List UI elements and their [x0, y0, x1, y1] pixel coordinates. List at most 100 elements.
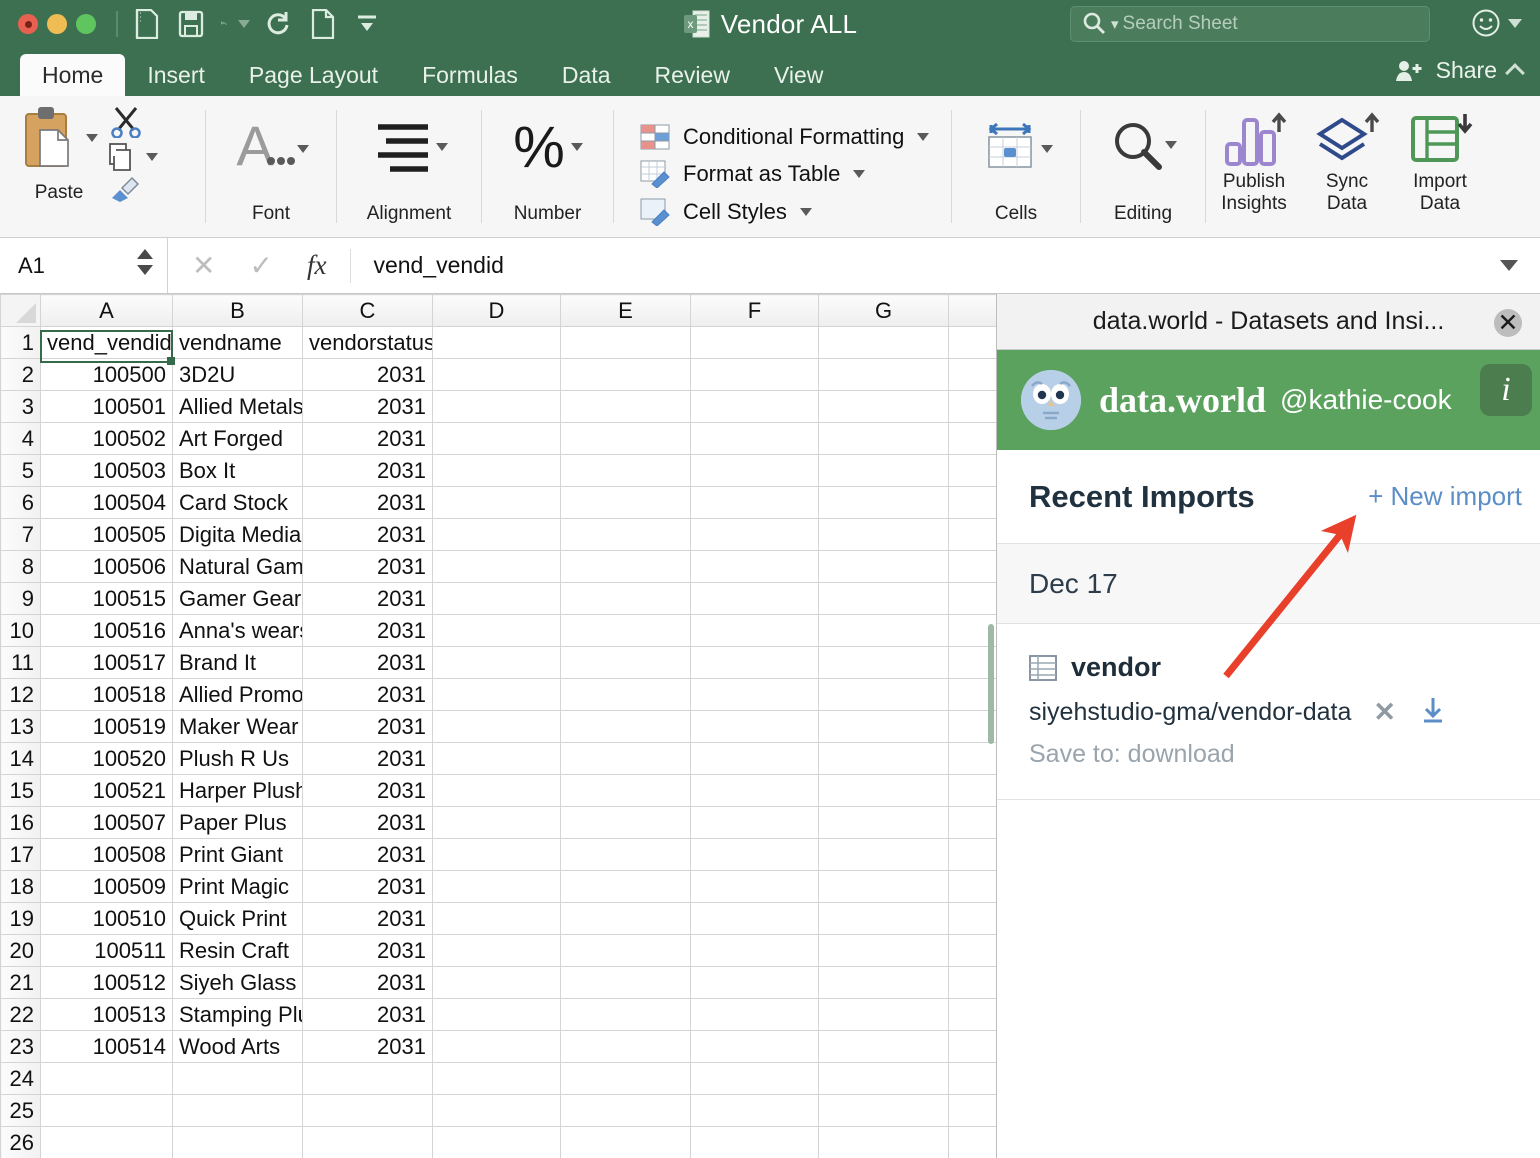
- cell-F4[interactable]: [690, 422, 819, 455]
- table-row[interactable]: 21 100512 Siyeh Glass 2031: [0, 966, 996, 999]
- cell-F1[interactable]: [690, 326, 819, 359]
- row-header[interactable]: 4: [0, 422, 41, 455]
- row-header[interactable]: 5: [0, 454, 41, 487]
- window-controls[interactable]: [18, 14, 96, 34]
- table-row[interactable]: 14 100520 Plush R Us 2031: [0, 742, 996, 775]
- chevron-up-icon[interactable]: [1505, 62, 1525, 83]
- cell-C25[interactable]: [302, 1094, 433, 1127]
- cell-D15[interactable]: [432, 774, 561, 807]
- cell-A3[interactable]: 100501: [40, 390, 173, 423]
- spinner-down-icon[interactable]: [137, 265, 153, 275]
- zoom-window-button[interactable]: [76, 14, 96, 34]
- tab-review[interactable]: Review: [633, 54, 752, 96]
- cut-scissors-icon[interactable]: [108, 106, 158, 138]
- cell-F26[interactable]: [690, 1126, 819, 1158]
- column-header-a[interactable]: A: [40, 294, 173, 327]
- cell-E15[interactable]: [560, 774, 691, 807]
- cell-D11[interactable]: [432, 646, 561, 679]
- cell-E3[interactable]: [560, 390, 691, 423]
- cell-D24[interactable]: [432, 1062, 561, 1095]
- cell-A18[interactable]: 100509: [40, 870, 173, 903]
- cell-C16[interactable]: 2031: [302, 806, 433, 839]
- column-header-g[interactable]: G: [818, 294, 949, 327]
- table-row[interactable]: 15 100521 Harper Plush 2031: [0, 774, 996, 807]
- cell-D14[interactable]: [432, 742, 561, 775]
- cell-G3[interactable]: [818, 390, 949, 423]
- table-row[interactable]: 8 100506 Natural Game 2031: [0, 550, 996, 583]
- cell-F11[interactable]: [690, 646, 819, 679]
- ribbon-group-sync-data[interactable]: Sync Data: [1302, 96, 1392, 237]
- cell-E21[interactable]: [560, 966, 691, 999]
- cell-F22[interactable]: [690, 998, 819, 1031]
- cell-F25[interactable]: [690, 1094, 819, 1127]
- cell-C3[interactable]: 2031: [302, 390, 433, 423]
- cell-C10[interactable]: 2031: [302, 614, 433, 647]
- cell-B14[interactable]: Plush R Us: [172, 742, 303, 775]
- cell-F12[interactable]: [690, 678, 819, 711]
- cell-G12[interactable]: [818, 678, 949, 711]
- cell-A2[interactable]: 100500: [40, 358, 173, 391]
- cell-partial-15[interactable]: [948, 774, 996, 807]
- row-header[interactable]: 15: [0, 774, 41, 807]
- close-circle-icon[interactable]: ✕: [1494, 309, 1522, 337]
- cell-D1[interactable]: [432, 326, 561, 359]
- cell-partial-7[interactable]: [948, 518, 996, 551]
- row-header[interactable]: 19: [0, 902, 41, 935]
- cell-C26[interactable]: [302, 1126, 433, 1158]
- cell-D22[interactable]: [432, 998, 561, 1031]
- customize-toolbar-icon[interactable]: [352, 8, 382, 40]
- column-header-partial[interactable]: [948, 294, 996, 327]
- cell-partial-8[interactable]: [948, 550, 996, 583]
- cell-B9[interactable]: Gamer Gear: [172, 582, 303, 615]
- cell-E11[interactable]: [560, 646, 691, 679]
- cell-D3[interactable]: [432, 390, 561, 423]
- cell-partial-2[interactable]: [948, 358, 996, 391]
- cell-D13[interactable]: [432, 710, 561, 743]
- cell-D10[interactable]: [432, 614, 561, 647]
- cell-D17[interactable]: [432, 838, 561, 871]
- cell-C18[interactable]: 2031: [302, 870, 433, 903]
- cell-partial-23[interactable]: [948, 1030, 996, 1063]
- cell-B23[interactable]: Wood Arts: [172, 1030, 303, 1063]
- cell-G8[interactable]: [818, 550, 949, 583]
- column-header-f[interactable]: F: [690, 294, 819, 327]
- confirm-check-icon[interactable]: ✓: [249, 249, 272, 282]
- cell-partial-16[interactable]: [948, 806, 996, 839]
- cell-B17[interactable]: Print Giant: [172, 838, 303, 871]
- table-row[interactable]: 5 100503 Box It 2031: [0, 454, 996, 487]
- select-all-corner[interactable]: [0, 294, 41, 327]
- cell-B12[interactable]: Allied Promo: [172, 678, 303, 711]
- table-row[interactable]: 1vend_vendidvendnamevendorstatusid: [0, 326, 996, 359]
- cell-F24[interactable]: [690, 1062, 819, 1095]
- cell-F18[interactable]: [690, 870, 819, 903]
- cell-C19[interactable]: 2031: [302, 902, 433, 935]
- number-dropdown-icon[interactable]: [570, 142, 583, 151]
- cell-D20[interactable]: [432, 934, 561, 967]
- table-row[interactable]: 23 100514 Wood Arts 2031: [0, 1030, 996, 1063]
- cell-B19[interactable]: Quick Print: [172, 902, 303, 935]
- cell-G21[interactable]: [818, 966, 949, 999]
- search-dropdown-icon[interactable]: ▾: [1111, 15, 1119, 33]
- cell-A11[interactable]: 100517: [40, 646, 173, 679]
- table-row[interactable]: 7 100505 Digita Media 2031: [0, 518, 996, 551]
- cell-A14[interactable]: 100520: [40, 742, 173, 775]
- cell-A15[interactable]: 100521: [40, 774, 173, 807]
- cell-E6[interactable]: [560, 486, 691, 519]
- cancel-x-icon[interactable]: ✕: [192, 249, 215, 282]
- import-list-item[interactable]: vendor siyehstudio-gma/vendor-data ✕ Sav…: [997, 624, 1540, 800]
- cell-E19[interactable]: [560, 902, 691, 935]
- cell-D16[interactable]: [432, 806, 561, 839]
- cell-C15[interactable]: 2031: [302, 774, 433, 807]
- cell-F21[interactable]: [690, 966, 819, 999]
- cell-G18[interactable]: [818, 870, 949, 903]
- table-row[interactable]: 4 100502 Art Forged 2031: [0, 422, 996, 455]
- table-row[interactable]: 16 100507 Paper Plus 2031: [0, 806, 996, 839]
- table-row[interactable]: 9 100515 Gamer Gear 2031: [0, 582, 996, 615]
- tab-data[interactable]: Data: [540, 54, 633, 96]
- row-header[interactable]: 10: [0, 614, 41, 647]
- table-row[interactable]: 11 100517 Brand It 2031: [0, 646, 996, 679]
- ribbon-group-import-data[interactable]: Import Data: [1392, 96, 1488, 237]
- cell-B15[interactable]: Harper Plush: [172, 774, 303, 807]
- spinner-up-icon[interactable]: [137, 249, 153, 259]
- cell-D4[interactable]: [432, 422, 561, 455]
